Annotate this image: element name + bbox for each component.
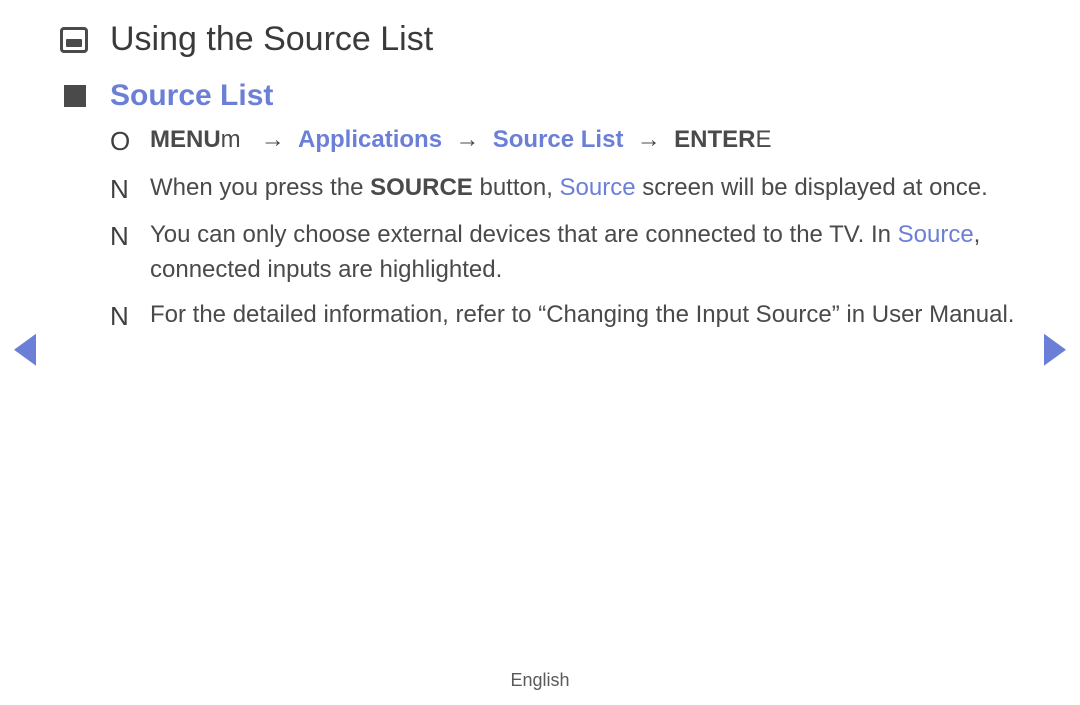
note-marker: N — [110, 171, 150, 209]
nav-arrow-2: → — [449, 126, 480, 153]
nav-path: MENUm → Applications → Source List → ENT… — [150, 123, 771, 161]
note-text-fragment: Source — [898, 221, 974, 248]
note-marker: N — [110, 218, 150, 288]
nav-arrow-3: → — [630, 126, 661, 153]
prev-page-arrow-icon[interactable] — [14, 333, 36, 365]
note-body: For the detailed information, refer to “… — [150, 298, 1014, 336]
next-page-arrow-icon[interactable] — [1044, 333, 1066, 365]
section-bullet-icon — [64, 85, 86, 107]
nav-enter-label: ENTER — [674, 126, 755, 153]
nav-arrow-1: → — [261, 126, 285, 153]
note-text-fragment: button, — [473, 174, 560, 201]
section-heading: Source List — [110, 79, 273, 113]
nav-applications: Applications — [291, 126, 442, 153]
nav-source-list: Source List — [486, 126, 623, 153]
note-text-fragment: You can only choose external devices tha… — [150, 221, 898, 248]
note-item: NFor the detailed information, refer to … — [110, 298, 1020, 336]
note-text-fragment: screen will be displayed at once. — [636, 174, 988, 201]
language-footer: English — [0, 670, 1080, 691]
note-text-fragment: Source — [560, 174, 636, 201]
nav-marker: O — [110, 123, 150, 161]
note-text-fragment: When you press the — [150, 174, 370, 201]
nav-menu-suffix: m — [221, 126, 241, 153]
page-title: Using the Source List — [110, 20, 433, 59]
note-text-fragment: For the detailed information, refer to “… — [150, 301, 1014, 328]
note-item: NYou can only choose external devices th… — [110, 218, 1020, 288]
note-body: You can only choose external devices tha… — [150, 218, 1020, 288]
note-marker: N — [110, 298, 150, 336]
nav-enter-suffix: E — [755, 126, 771, 153]
note-item: NWhen you press the SOURCE button, Sourc… — [110, 171, 1020, 209]
note-body: When you press the SOURCE button, Source… — [150, 171, 988, 209]
note-text-fragment: SOURCE — [370, 174, 473, 201]
page-title-icon — [60, 27, 88, 53]
nav-menu-label: MENU — [150, 126, 221, 153]
